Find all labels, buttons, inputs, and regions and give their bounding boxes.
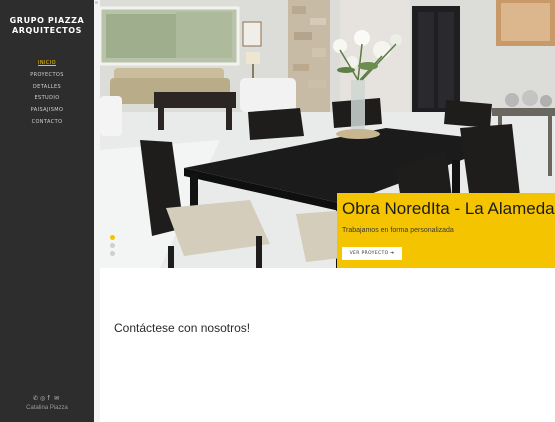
sidebar: GRUPO PIAZZA ARQUITECTOS INICIO PROYECTO…: [0, 0, 94, 422]
caption-subtitle: Trabajamos en forma personalizada: [342, 227, 454, 234]
instagram-icon[interactable]: ◎: [40, 395, 47, 402]
nav-item-inicio[interactable]: INICIO: [0, 58, 94, 70]
hero-caption: Obra NoredIta - La Alameda Trabajamos en…: [337, 193, 555, 268]
armchair: [240, 78, 296, 112]
mail-icon[interactable]: ✉: [54, 395, 61, 402]
slide-dot-2[interactable]: [110, 243, 115, 248]
brand-line-2: ARQUITECTOS: [11, 26, 83, 35]
strip-marker: [95, 1, 98, 4]
flower-vase: [351, 80, 365, 132]
contact-heading: Contáctese con nosotros!: [114, 321, 251, 335]
caption-title: Obra NoredIta - La Alameda: [342, 199, 555, 218]
view-project-button[interactable]: VER PROYECTO ➔: [342, 247, 402, 260]
brand-line-1: GRUPO PIAZZA: [9, 16, 85, 25]
footer-name: Catalina Piazza: [26, 405, 68, 411]
nav-item-estudio[interactable]: ESTUDIO: [0, 93, 94, 105]
nav-item-contacto[interactable]: CONTACTO: [0, 117, 94, 129]
slide-dot-1[interactable]: [110, 235, 115, 240]
facebook-icon[interactable]: f: [47, 395, 54, 402]
nav-item-paisajismo[interactable]: PAISAJISMO: [0, 105, 94, 117]
whatsapp-icon[interactable]: ✆: [33, 395, 40, 402]
nav-item-proyectos[interactable]: PROYECTOS: [0, 70, 94, 82]
main-nav: INICIO PROYECTOS DETALLES ESTUDIO PAISAJ…: [0, 58, 94, 129]
social-links: ✆◎f✉: [0, 395, 94, 402]
brand-logo[interactable]: GRUPO PIAZZA ARQUITECTOS: [0, 16, 94, 36]
nav-item-detalles[interactable]: DETALLES: [0, 82, 94, 94]
slide-dot-3[interactable]: [110, 251, 115, 256]
